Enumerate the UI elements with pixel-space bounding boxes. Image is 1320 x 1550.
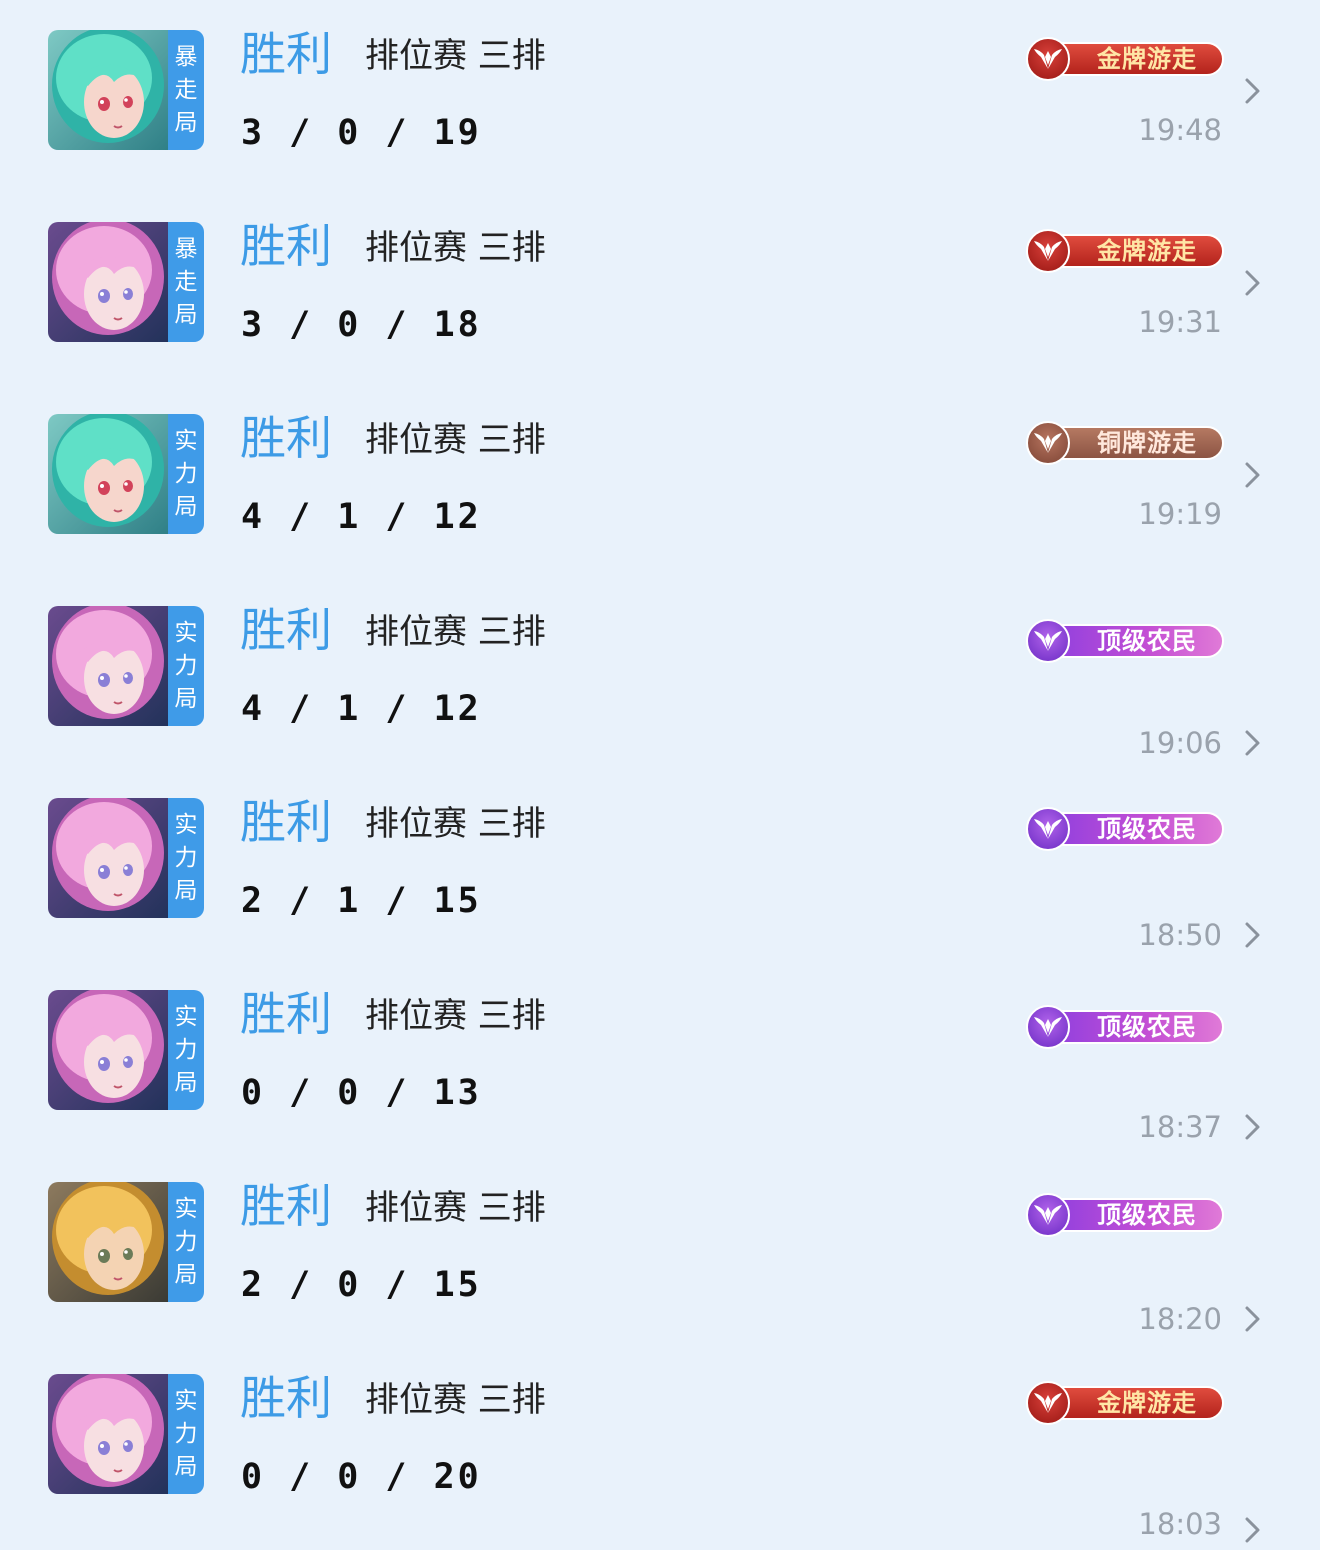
kda-score: 2 / 0 / 15 bbox=[241, 1265, 482, 1305]
chevron-right-icon[interactable] bbox=[1240, 1111, 1264, 1143]
kda-score: 4 / 1 / 12 bbox=[241, 689, 482, 729]
match-mode-label: 实力局 bbox=[168, 798, 204, 918]
badge-label: 金牌游走 bbox=[1097, 237, 1197, 265]
kda-score: 4 / 1 / 12 bbox=[241, 497, 482, 537]
performance-badge: 顶级农民 bbox=[1026, 807, 1224, 851]
chevron-right-icon[interactable] bbox=[1240, 75, 1264, 107]
match-time: 18:03 bbox=[1138, 1507, 1222, 1541]
hero-portrait bbox=[48, 222, 170, 342]
match-time: 18:20 bbox=[1138, 1302, 1222, 1336]
kda-score: 0 / 0 / 13 bbox=[241, 1073, 482, 1113]
match-row[interactable]: 实力局 胜利 排位赛 三排 4 / 1 / 12 铜牌游走 19:19 bbox=[0, 384, 1320, 576]
badge-label: 金牌游走 bbox=[1097, 1389, 1197, 1417]
performance-badge: 金牌游走 bbox=[1026, 229, 1224, 273]
kda-score: 0 / 0 / 20 bbox=[241, 1457, 482, 1497]
match-result: 胜利 bbox=[240, 1371, 332, 1425]
match-time: 19:48 bbox=[1138, 113, 1222, 147]
chevron-right-icon[interactable] bbox=[1240, 919, 1264, 951]
hero-avatar: 实力局 bbox=[48, 1182, 204, 1302]
hero-avatar: 暴走局 bbox=[48, 222, 204, 342]
performance-badge: 铜牌游走 bbox=[1026, 421, 1224, 465]
performance-badge: 顶级农民 bbox=[1026, 619, 1224, 663]
wings-emblem-icon bbox=[1026, 619, 1070, 663]
match-result: 胜利 bbox=[240, 411, 332, 465]
match-mode-label: 实力局 bbox=[168, 990, 204, 1110]
match-type: 排位赛 三排 bbox=[365, 1380, 546, 1420]
wings-emblem-icon bbox=[1026, 37, 1070, 81]
match-time: 19:06 bbox=[1138, 726, 1222, 760]
hero-portrait bbox=[48, 990, 170, 1110]
kda-score: 2 / 1 / 15 bbox=[241, 881, 482, 921]
wings-emblem-icon bbox=[1026, 1005, 1070, 1049]
match-row[interactable]: 暴走局 胜利 排位赛 三排 3 / 0 / 18 金牌游走 19:31 bbox=[0, 192, 1320, 384]
match-row[interactable]: 实力局 胜利 排位赛 三排 0 / 0 / 20 金牌游走 18:03 bbox=[0, 1344, 1320, 1543]
hero-avatar: 实力局 bbox=[48, 798, 204, 918]
match-type: 排位赛 三排 bbox=[365, 420, 546, 460]
match-time: 19:19 bbox=[1138, 497, 1222, 531]
hero-avatar: 实力局 bbox=[48, 1374, 204, 1494]
match-mode-label: 实力局 bbox=[168, 1374, 204, 1494]
kda-score: 3 / 0 / 18 bbox=[241, 305, 482, 345]
match-mode-label: 实力局 bbox=[168, 414, 204, 534]
match-history-list: 暴走局 胜利 排位赛 三排 3 / 0 / 19 金牌游走 19:48 暴走局 胜利 排位赛 三… bbox=[0, 0, 1320, 1543]
match-result: 胜利 bbox=[240, 1179, 332, 1233]
match-type: 排位赛 三排 bbox=[365, 1188, 546, 1228]
wings-emblem-icon bbox=[1026, 421, 1070, 465]
chevron-right-icon[interactable] bbox=[1240, 459, 1264, 491]
match-type: 排位赛 三排 bbox=[365, 228, 546, 268]
badge-label: 顶级农民 bbox=[1097, 1201, 1197, 1229]
match-result: 胜利 bbox=[240, 27, 332, 81]
badge-label: 顶级农民 bbox=[1097, 1013, 1197, 1041]
match-row[interactable]: 暴走局 胜利 排位赛 三排 3 / 0 / 19 金牌游走 19:48 bbox=[0, 0, 1320, 192]
hero-avatar: 实力局 bbox=[48, 606, 204, 726]
performance-badge: 顶级农民 bbox=[1026, 1193, 1224, 1237]
match-time: 18:50 bbox=[1138, 918, 1222, 952]
performance-badge: 顶级农民 bbox=[1026, 1005, 1224, 1049]
performance-badge: 金牌游走 bbox=[1026, 1381, 1224, 1425]
match-time: 19:31 bbox=[1138, 305, 1222, 339]
kda-score: 3 / 0 / 19 bbox=[241, 113, 482, 153]
chevron-right-icon[interactable] bbox=[1240, 1303, 1264, 1335]
hero-avatar: 实力局 bbox=[48, 990, 204, 1110]
match-row[interactable]: 实力局 胜利 排位赛 三排 0 / 0 / 13 顶级农民 18:37 bbox=[0, 960, 1320, 1152]
match-row[interactable]: 实力局 胜利 排位赛 三排 2 / 1 / 15 顶级农民 18:50 bbox=[0, 768, 1320, 960]
wings-emblem-icon bbox=[1026, 807, 1070, 851]
performance-badge: 金牌游走 bbox=[1026, 37, 1224, 81]
match-result: 胜利 bbox=[240, 219, 332, 273]
match-type: 排位赛 三排 bbox=[365, 996, 546, 1036]
match-result: 胜利 bbox=[240, 795, 332, 849]
match-row[interactable]: 实力局 胜利 排位赛 三排 2 / 0 / 15 顶级农民 18:20 bbox=[0, 1152, 1320, 1344]
chevron-right-icon[interactable] bbox=[1240, 727, 1264, 759]
match-time: 18:37 bbox=[1138, 1110, 1222, 1144]
hero-avatar: 暴走局 bbox=[48, 30, 204, 150]
badge-label: 铜牌游走 bbox=[1097, 429, 1197, 457]
hero-avatar: 实力局 bbox=[48, 414, 204, 534]
match-type: 排位赛 三排 bbox=[365, 36, 546, 76]
hero-portrait bbox=[48, 1182, 170, 1302]
hero-portrait bbox=[48, 30, 170, 150]
match-type: 排位赛 三排 bbox=[365, 804, 546, 844]
badge-label: 顶级农民 bbox=[1097, 815, 1197, 843]
match-mode-label: 暴走局 bbox=[168, 222, 204, 342]
badge-label: 顶级农民 bbox=[1097, 627, 1197, 655]
match-result: 胜利 bbox=[240, 603, 332, 657]
badge-label: 金牌游走 bbox=[1097, 45, 1197, 73]
match-row[interactable]: 实力局 胜利 排位赛 三排 4 / 1 / 12 顶级农民 19:06 bbox=[0, 576, 1320, 768]
wings-emblem-icon bbox=[1026, 229, 1070, 273]
match-result: 胜利 bbox=[240, 987, 332, 1041]
match-mode-label: 实力局 bbox=[168, 606, 204, 726]
match-mode-label: 暴走局 bbox=[168, 30, 204, 150]
wings-emblem-icon bbox=[1026, 1193, 1070, 1237]
chevron-right-icon[interactable] bbox=[1240, 267, 1264, 299]
match-mode-label: 实力局 bbox=[168, 1182, 204, 1302]
hero-portrait bbox=[48, 414, 170, 534]
chevron-right-icon[interactable] bbox=[1240, 1514, 1264, 1546]
match-type: 排位赛 三排 bbox=[365, 612, 546, 652]
hero-portrait bbox=[48, 606, 170, 726]
hero-portrait bbox=[48, 798, 170, 918]
hero-portrait bbox=[48, 1374, 170, 1494]
wings-emblem-icon bbox=[1026, 1381, 1070, 1425]
